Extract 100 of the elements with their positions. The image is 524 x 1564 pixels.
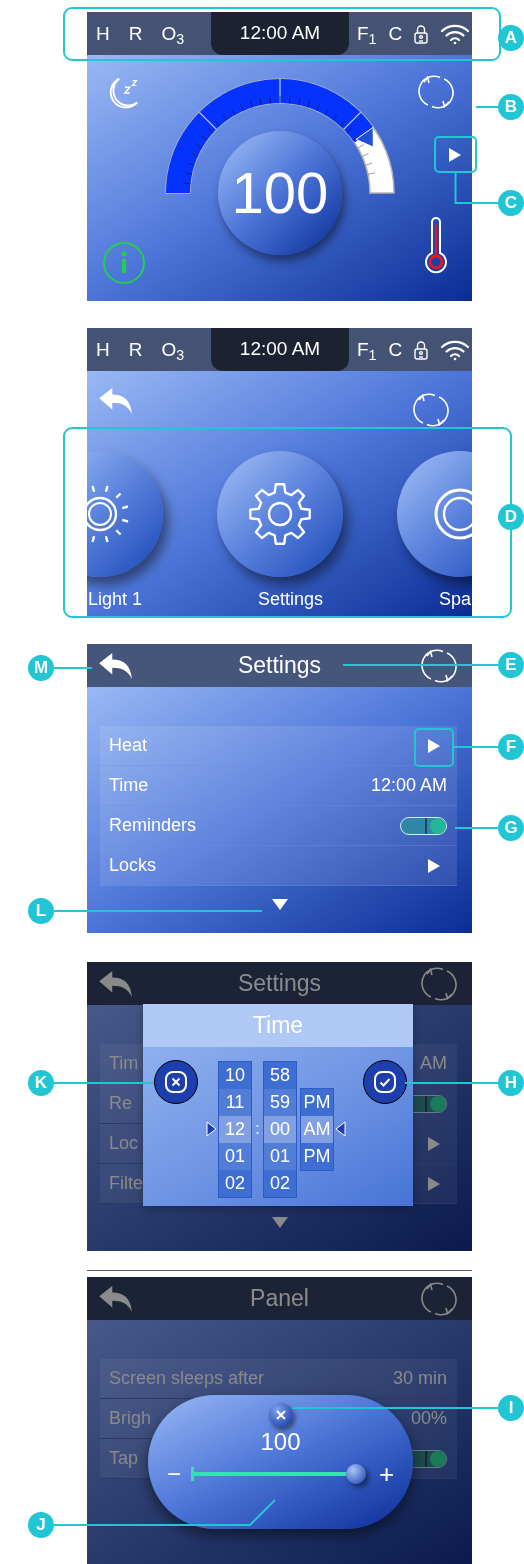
confirm-button[interactable]	[363, 1060, 407, 1104]
row-label: Time	[109, 774, 149, 797]
row-value: 12:00 AM	[370, 774, 447, 797]
callout-badge: G	[498, 815, 524, 841]
slider-thumb[interactable]	[345, 1464, 366, 1484]
back-arrow-icon[interactable]	[97, 651, 135, 680]
list-row[interactable]: Reminders	[100, 806, 457, 846]
picker-item[interactable]: 11	[219, 1089, 251, 1116]
button-label: Spa	[438, 588, 471, 611]
lock-icon	[414, 23, 429, 44]
button-label: Settings	[258, 588, 324, 611]
decrease-button[interactable]: −	[166, 1462, 181, 1486]
refresh-icon[interactable]	[420, 964, 458, 1003]
picker-item[interactable]: 12	[219, 1116, 251, 1143]
leader-line	[454, 827, 499, 829]
row-label: Brigh	[109, 1407, 152, 1430]
picker-item[interactable]: 58	[264, 1062, 296, 1089]
close-icon	[164, 1070, 188, 1094]
back-arrow-icon[interactable]	[97, 969, 135, 998]
picker-item[interactable]: 01	[264, 1143, 296, 1170]
callout-frame	[414, 728, 454, 767]
play-icon[interactable]	[427, 857, 441, 874]
status-indicator: O$_{3}$	[161, 340, 185, 359]
list-row[interactable]: Time 12:00 AM	[100, 766, 457, 806]
picker-item[interactable]: PM	[301, 1143, 333, 1170]
wifi-icon	[440, 22, 471, 45]
refresh-icon[interactable]	[420, 646, 458, 685]
screen-title: Settings	[236, 651, 323, 681]
check-icon	[373, 1070, 397, 1094]
picker-item[interactable]: 02	[264, 1170, 296, 1197]
cancel-button[interactable]	[154, 1060, 198, 1104]
callout-badge: E	[498, 652, 524, 678]
play-icon[interactable]	[427, 1135, 441, 1152]
clock-time: 12:00 AM	[211, 12, 349, 55]
row-label: Heat	[109, 734, 148, 757]
increase-button[interactable]: +	[378, 1461, 395, 1487]
back-arrow-icon[interactable]	[97, 1284, 135, 1313]
picker-column[interactable]: 58 59 00 01 02	[263, 1061, 297, 1198]
picker-item[interactable]: 59	[264, 1089, 296, 1116]
status-indicator: F$_{1}$	[357, 24, 377, 43]
row-value: AM	[420, 1052, 447, 1075]
wifi-icon	[440, 338, 471, 361]
gear-icon	[247, 482, 312, 546]
status-indicator: C	[388, 340, 403, 359]
row-value: 00%	[410, 1407, 447, 1430]
setpoint-dial[interactable]: 100	[218, 131, 342, 255]
status-indicator: H	[96, 24, 110, 43]
callout-frame	[434, 136, 477, 173]
callout-badge: L	[28, 898, 54, 924]
play-icon[interactable]	[448, 147, 462, 163]
picker-item[interactable]: PM	[301, 1089, 333, 1116]
close-icon	[275, 1410, 286, 1420]
row-label: Reminders	[109, 814, 197, 837]
close-button[interactable]	[268, 1403, 293, 1427]
leader-line	[475, 106, 499, 108]
status-indicator: R	[128, 24, 143, 43]
slider-value: 100	[260, 1427, 301, 1457]
picker-item[interactable]: 00	[264, 1116, 296, 1143]
callout-badge: J	[28, 1512, 54, 1538]
picker-item[interactable]: AM	[301, 1116, 333, 1143]
gauge-pointer-icon[interactable]	[355, 126, 374, 148]
selector-pointer-icon	[206, 1121, 217, 1137]
list-row[interactable]: Heat	[100, 726, 457, 766]
callout-badge: D	[498, 504, 524, 530]
row-label: Re	[109, 1092, 132, 1115]
row-label: Filte	[109, 1172, 143, 1195]
callout-badge: B	[498, 94, 524, 120]
status-indicator: R	[128, 340, 143, 359]
leader-line	[53, 667, 93, 669]
callout-badge: H	[498, 1070, 524, 1096]
selector-pointer-icon	[335, 1121, 346, 1137]
picker-item[interactable]: 10	[219, 1062, 251, 1089]
row-value: 30 min	[392, 1367, 447, 1390]
status-indicator: C	[388, 24, 403, 43]
button-label: Light 1	[88, 588, 143, 611]
refresh-icon[interactable]	[412, 391, 450, 429]
status-indicator: O$_{3}$	[161, 24, 185, 43]
screen-title: Settings	[236, 969, 323, 999]
leader-line	[454, 171, 499, 204]
picker-item[interactable]: 02	[219, 1170, 251, 1197]
callout-badge: A	[498, 25, 524, 51]
status-indicator: H	[96, 340, 110, 359]
callout-badge: M	[28, 655, 54, 681]
callout-badge: K	[28, 1070, 54, 1096]
caret-down-icon[interactable]	[270, 898, 289, 911]
status-indicator: F$_{1}$	[357, 340, 377, 359]
screen-title: Panel	[249, 1284, 310, 1314]
play-icon[interactable]	[427, 737, 441, 754]
callout-badge: C	[498, 190, 524, 216]
callout-badge: F	[498, 734, 524, 760]
dialog-title: Time	[143, 1004, 413, 1047]
play-icon[interactable]	[427, 1175, 441, 1192]
picker-item[interactable]: 01	[219, 1143, 251, 1170]
row-label: Loc	[109, 1132, 139, 1155]
time-separator: :	[254, 1118, 261, 1139]
refresh-icon[interactable]	[420, 1279, 458, 1318]
row-label: Locks	[109, 854, 157, 877]
refresh-icon[interactable]	[417, 73, 455, 111]
list-row[interactable]: Locks	[100, 846, 457, 886]
caret-down-icon[interactable]	[270, 1216, 289, 1229]
